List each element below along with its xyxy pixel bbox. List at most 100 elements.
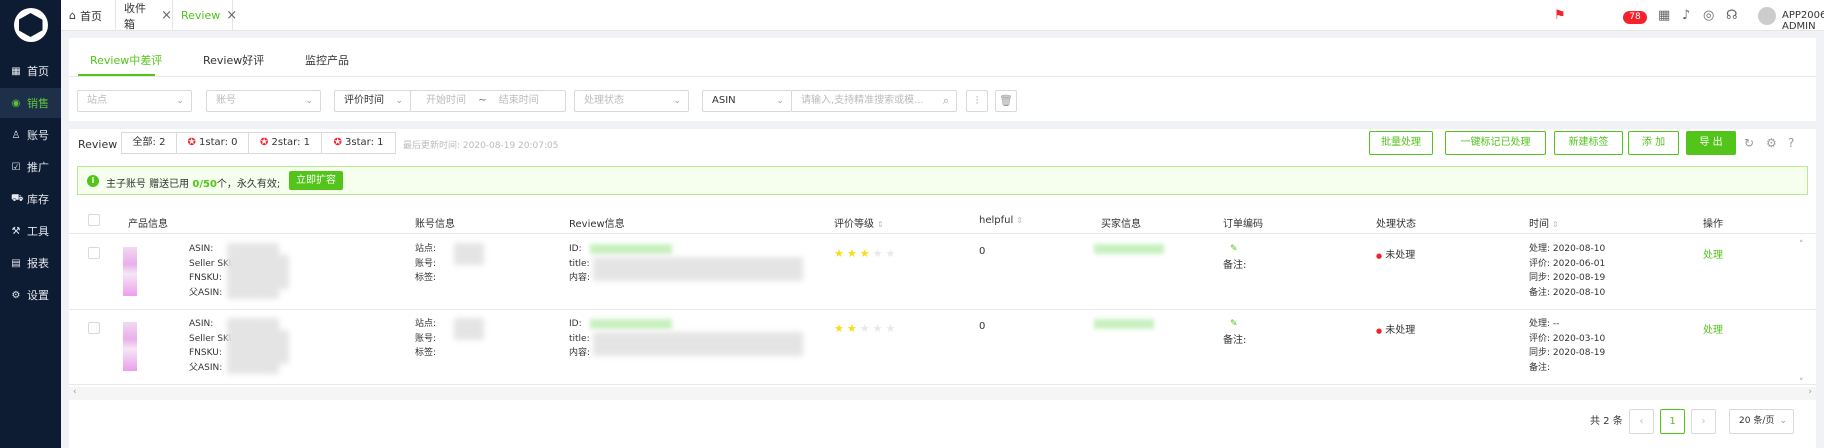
star-icon: ★: [846, 322, 860, 335]
promote-icon: ☑: [11, 161, 21, 173]
product-thumbnail: [123, 247, 137, 296]
sidebar-item-0[interactable]: ▦ 首页: [0, 56, 61, 86]
home-icon: ⌂: [69, 9, 76, 22]
grid-icon: ▦: [11, 65, 21, 77]
tab-review[interactable]: Review ×: [173, 0, 237, 31]
site-select[interactable]: 站点 ⌄: [77, 90, 192, 112]
vertical-scrollbar[interactable]: ˄ ˅: [1798, 240, 1808, 388]
chevron-down-icon: ⌄: [176, 96, 184, 106]
time-info: 处理: 2020-08-10 评价: 2020-06-01 同步: 2020-08-…: [1529, 244, 1606, 298]
search-input[interactable]: 请输入,支持精准搜索或模... ⌕: [791, 90, 957, 112]
calendar-icon[interactable]: ▦: [1658, 8, 1670, 23]
wrench-icon: ⚒: [11, 225, 21, 237]
segment-1star[interactable]: ✪ 1star: 0: [176, 132, 249, 154]
username[interactable]: APP20060017-ADMIN: [1782, 10, 1824, 32]
search-field-select[interactable]: ASIN ⌄: [702, 90, 792, 112]
segment-2star[interactable]: ✪ 2star: 1: [248, 132, 322, 154]
sidebar-item-3[interactable]: ☑ 推广: [0, 152, 61, 182]
prev-page-button[interactable]: ‹: [1629, 409, 1654, 434]
horizontal-scrollbar[interactable]: ‹ ›: [69, 387, 1816, 400]
sort-time[interactable]: 时间 ⇕: [1529, 215, 1559, 230]
new-tag-button[interactable]: 新建标签: [1554, 131, 1623, 155]
sort-helpful[interactable]: helpful ⇕: [979, 215, 1023, 226]
filter-icon[interactable]: ⫶: [966, 90, 988, 112]
sidebar-item-5[interactable]: ⚒ 工具: [0, 216, 61, 246]
sidebar-item-7[interactable]: ⚙ 设置: [0, 280, 61, 310]
add-button[interactable]: 添 加: [1628, 131, 1679, 155]
sort-icon: ⇕: [877, 220, 884, 229]
top-bar: ⌂ 首页 收件箱 × Review × ⚑ 78 ▦ ♪ ◎ ☊ APP2006…: [61, 0, 1824, 32]
time-info: 处理: -- 评价: 2020-03-10 同步: 2020-08-19 备注:: [1529, 319, 1606, 373]
page-size-select[interactable]: 20 条/页 ⌄: [1729, 409, 1794, 434]
quota-notice: i 主子账号 赠送已用 0/50个，永久有效; 立即扩容: [77, 166, 1808, 195]
inventory-icon: ⛟: [11, 192, 24, 204]
star-icon: ✪: [187, 137, 196, 148]
date-range-picker[interactable]: 开始时间 ~ 结束时间: [410, 90, 566, 112]
sidebar-item-label: 库存: [27, 193, 49, 206]
sidebar-item-1[interactable]: ◉ 销售: [0, 88, 61, 118]
settings-icon[interactable]: ⚙: [1766, 136, 1777, 150]
next-page-button[interactable]: ›: [1691, 409, 1716, 434]
star-icon: ✪: [259, 137, 269, 148]
mark-all-processed-button[interactable]: 一键标记已处理: [1445, 131, 1546, 155]
tab-inbox[interactable]: 收件箱 ×: [116, 0, 173, 31]
row-checkbox[interactable]: [88, 247, 100, 259]
account-info: 站点: 账号: 标签:: [415, 244, 437, 283]
scroll-up-icon[interactable]: ˄: [1799, 240, 1804, 250]
flag-icon[interactable]: ⚑: [1554, 8, 1566, 23]
scroll-down-icon[interactable]: ˅: [1799, 378, 1804, 388]
star-icon: ★: [859, 322, 873, 335]
edit-icon[interactable]: ✎: [1230, 319, 1238, 329]
scroll-right-icon[interactable]: ›: [1808, 387, 1812, 397]
headset-icon[interactable]: ☊: [1726, 8, 1738, 23]
process-link[interactable]: 处理: [1703, 321, 1723, 336]
tab-review-positive[interactable]: Review好评: [203, 52, 264, 68]
notification-badge: 78: [1623, 11, 1647, 24]
trash-icon[interactable]: 🗑: [995, 90, 1017, 112]
sidebar-item-label: 账号: [27, 129, 49, 142]
row-checkbox[interactable]: [88, 322, 100, 334]
edit-icon[interactable]: ✎: [1230, 244, 1238, 254]
help-icon[interactable]: ?: [1788, 136, 1794, 150]
time-type-select[interactable]: 评价时间 ⌄: [334, 90, 411, 112]
sidebar-item-4[interactable]: ⛟ 库存: [0, 184, 61, 214]
tab-monitor-products[interactable]: 监控产品: [305, 52, 349, 68]
report-icon: ▤: [11, 257, 21, 269]
process-link[interactable]: 处理: [1703, 246, 1723, 261]
export-button[interactable]: 导 出: [1686, 131, 1736, 155]
status-badge: ● 未处理: [1376, 250, 1416, 261]
review-info: ID: title: 内容:: [569, 319, 591, 358]
select-all-checkbox[interactable]: [88, 214, 100, 226]
star-icon: ★: [834, 322, 847, 335]
sidebar-item-6[interactable]: ▤ 报表: [0, 248, 61, 278]
scroll-left-icon[interactable]: ‹: [73, 387, 77, 397]
sidebar: ▦ 首页 ◉ 销售 ♙ 账号 ☑ 推广 ⛟ 库存 ⚒ 工具 ▤ 报表 ⚙ 设置: [0, 0, 61, 448]
tab-review-negative[interactable]: Review中差评: [90, 52, 162, 68]
avatar[interactable]: [1758, 7, 1776, 25]
sort-icon: ⇕: [1552, 220, 1559, 229]
close-icon[interactable]: ×: [226, 8, 237, 23]
compass-icon[interactable]: ◎: [1703, 8, 1714, 23]
page-number[interactable]: 1: [1660, 409, 1685, 434]
status-badge: ● 未处理: [1376, 325, 1416, 336]
status-select[interactable]: 处理状态 ⌄: [574, 90, 689, 112]
expand-quota-button[interactable]: 立即扩容: [289, 171, 343, 190]
tab-home[interactable]: ⌂ 首页: [61, 0, 116, 31]
sort-icon: ⇕: [1016, 216, 1023, 225]
refresh-icon[interactable]: ↻: [1744, 136, 1754, 150]
app-logo[interactable]: [13, 8, 48, 42]
star-icon: ★: [885, 322, 899, 335]
star-icon: ★: [846, 247, 860, 260]
review-card: Review 全部: 2 ✪ 1star: 0 ✪ 2star: 1 ✪ 3st…: [69, 129, 1816, 448]
sidebar-item-2[interactable]: ♙ 账号: [0, 120, 61, 150]
user-icon: ♙: [11, 129, 21, 141]
account-select[interactable]: 账号 ⌄: [206, 90, 321, 112]
sort-rating[interactable]: 评价等级 ⇕: [834, 215, 884, 230]
close-icon[interactable]: ×: [161, 8, 172, 23]
segment-all[interactable]: 全部: 2: [121, 132, 177, 154]
bell-icon[interactable]: ♪: [1682, 8, 1690, 23]
product-thumbnail: [123, 322, 137, 371]
search-icon[interactable]: ⌕: [943, 91, 949, 111]
batch-process-button[interactable]: 批量处理: [1369, 131, 1433, 155]
segment-3star[interactable]: ✪ 3star: 1: [321, 132, 396, 154]
